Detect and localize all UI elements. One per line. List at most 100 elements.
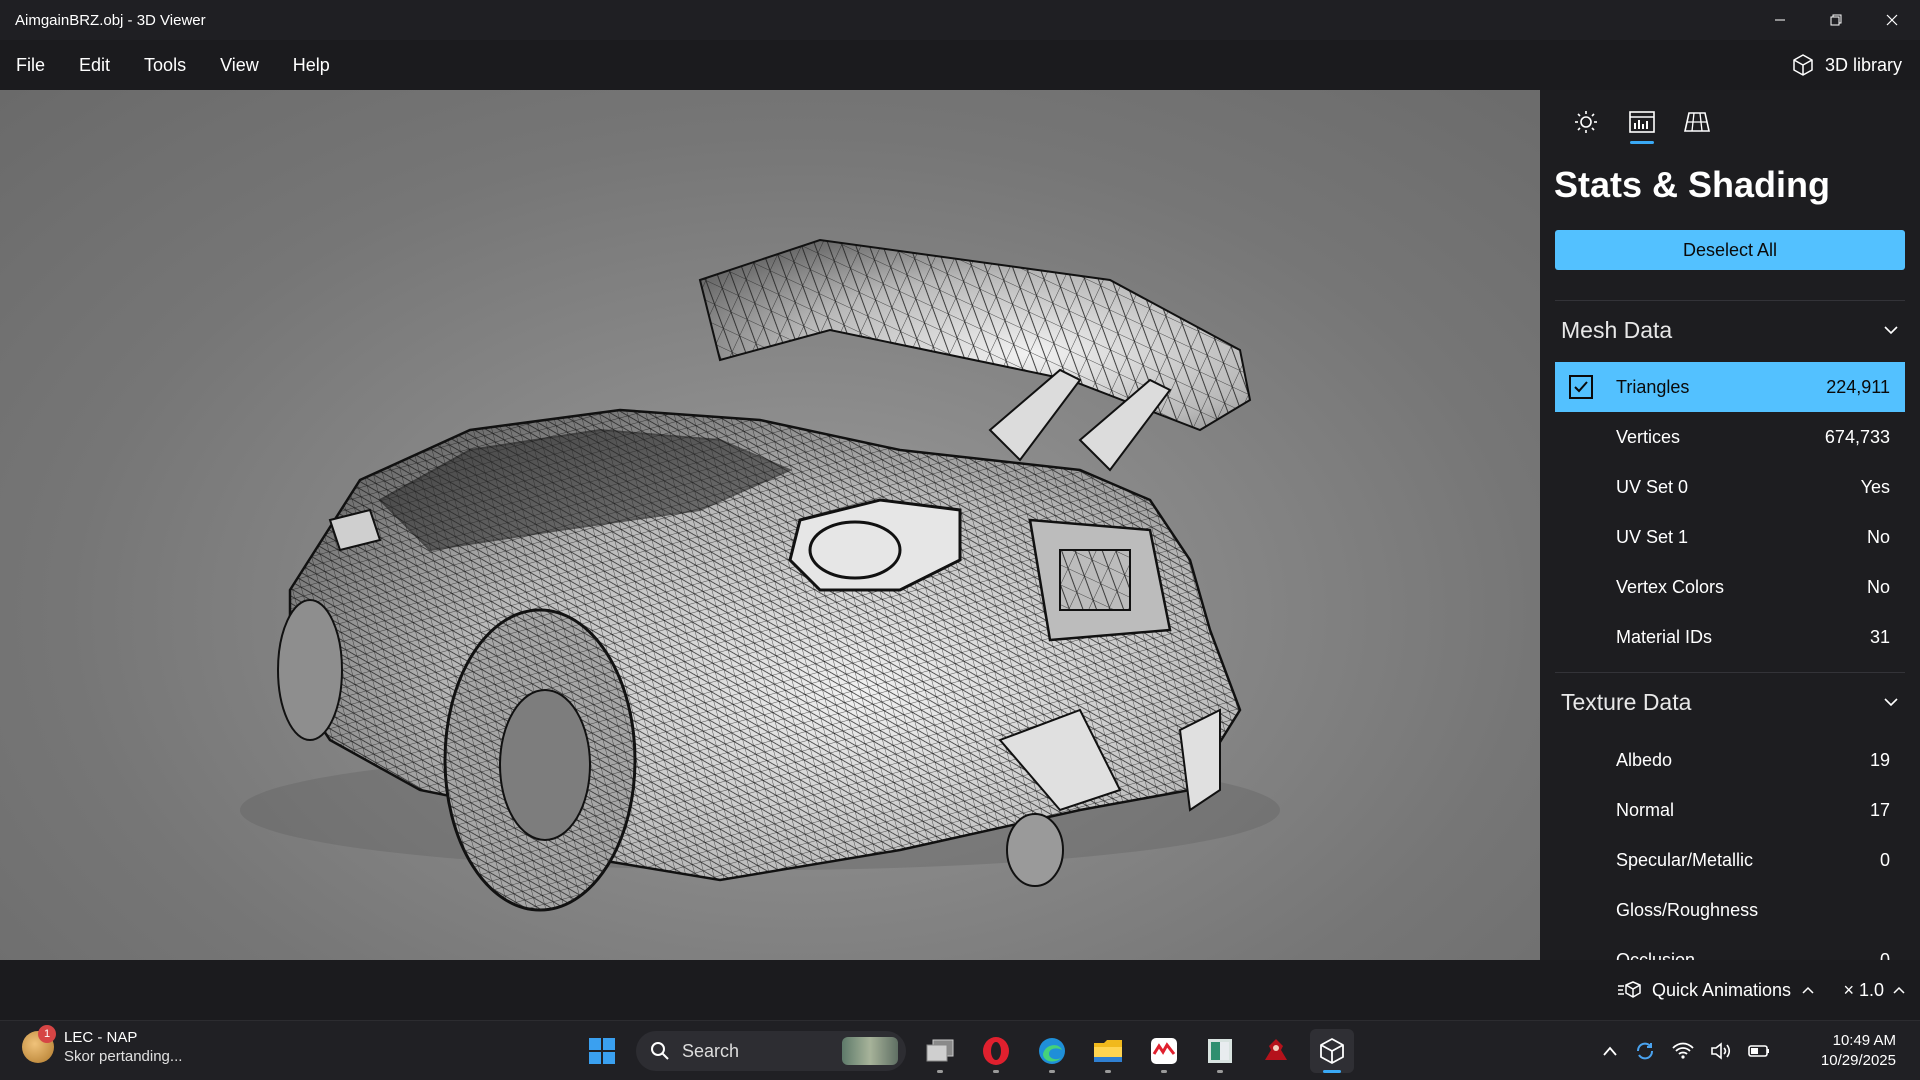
news-widget[interactable]: 1 LEC - NAP Skor pertanding... bbox=[22, 1025, 183, 1065]
texture-row-occlusion[interactable]: Occlusion 0 bbox=[1555, 935, 1905, 961]
taskbar-search[interactable]: Search bbox=[636, 1031, 906, 1071]
restore-icon[interactable] bbox=[1808, 0, 1864, 40]
grid-icon bbox=[1684, 112, 1710, 132]
chevron-down-icon bbox=[1884, 698, 1898, 707]
animation-bar: Quick Animations × 1.0 bbox=[0, 960, 1920, 1020]
menu-edit[interactable]: Edit bbox=[62, 40, 127, 90]
edge-icon[interactable] bbox=[1030, 1029, 1074, 1073]
texture-row-gloss-roughness[interactable]: Gloss/Roughness bbox=[1555, 885, 1905, 935]
red-app-icon[interactable] bbox=[1142, 1029, 1186, 1073]
minimize-icon[interactable] bbox=[1752, 0, 1808, 40]
chevron-up-icon bbox=[1893, 986, 1905, 994]
divider bbox=[1555, 672, 1905, 673]
close-icon[interactable] bbox=[1864, 0, 1920, 40]
cube-icon bbox=[1793, 54, 1813, 76]
mesh-row-vertices[interactable]: Vertices 674,733 bbox=[1555, 412, 1905, 462]
chevron-down-icon bbox=[1884, 326, 1898, 335]
row-value: 19 bbox=[1869, 749, 1890, 770]
menu-file[interactable]: File bbox=[0, 40, 62, 90]
window-controls bbox=[1752, 0, 1920, 40]
row-label: UV Set 1 bbox=[1616, 526, 1689, 547]
texture-row-normal[interactable]: Normal 17 bbox=[1555, 785, 1905, 835]
stats-panel: Stats & Shading Deselect All Mesh Data T… bbox=[1540, 90, 1920, 960]
menu-tools[interactable]: Tools bbox=[127, 40, 203, 90]
file-explorer-icon[interactable] bbox=[1086, 1029, 1130, 1073]
texture-row-specular-metallic[interactable]: Specular/Metallic 0 bbox=[1555, 835, 1905, 885]
row-value: 0 bbox=[1879, 949, 1890, 961]
opera-icon[interactable] bbox=[974, 1029, 1018, 1073]
row-value: No bbox=[1866, 576, 1890, 597]
clock-date: 10/29/2025 bbox=[1820, 1052, 1896, 1069]
chevron-up-icon bbox=[1802, 986, 1814, 994]
row-label: Vertices bbox=[1616, 426, 1681, 447]
panel-tabs bbox=[1540, 90, 1920, 150]
3d-viewport[interactable] bbox=[0, 90, 1540, 960]
row-value: 17 bbox=[1869, 799, 1890, 820]
taskbar-clock[interactable]: 10:49 AM 10/29/2025 bbox=[1821, 1031, 1896, 1071]
green-app-icon[interactable] bbox=[1198, 1029, 1242, 1073]
row-value: No bbox=[1866, 526, 1890, 547]
news-title: LEC - NAP bbox=[64, 1029, 138, 1046]
row-label: Triangles bbox=[1616, 376, 1690, 397]
mesh-row-triangles[interactable]: Triangles 224,911 bbox=[1555, 362, 1905, 412]
texture-row-albedo[interactable]: Albedo 19 bbox=[1555, 735, 1905, 785]
menu-view[interactable]: View bbox=[203, 40, 276, 90]
row-label: Normal bbox=[1616, 799, 1675, 820]
search-icon bbox=[651, 1042, 669, 1060]
window-title: AimgainBRZ.obj - 3D Viewer bbox=[15, 11, 206, 29]
row-label: UV Set 0 bbox=[1616, 476, 1689, 497]
row-label: Occlusion bbox=[1616, 949, 1696, 961]
game-app-icon[interactable] bbox=[1254, 1029, 1298, 1073]
sun-icon bbox=[1575, 111, 1597, 133]
news-icon: 1 bbox=[22, 1025, 56, 1063]
texture-data-header[interactable]: Texture Data bbox=[1555, 677, 1905, 727]
notification-badge: 1 bbox=[38, 1025, 56, 1043]
row-label: Gloss/Roughness bbox=[1616, 899, 1759, 920]
menu-bar: File Edit Tools View Help bbox=[0, 40, 1920, 90]
3d-library-button[interactable]: 3D library bbox=[1791, 40, 1902, 90]
quick-animations-label: Quick Animations bbox=[1651, 979, 1791, 1000]
mesh-row-vertex-colors[interactable]: Vertex Colors No bbox=[1555, 562, 1905, 612]
stats-tab[interactable] bbox=[1622, 104, 1662, 144]
animation-cube-icon bbox=[1617, 981, 1641, 998]
news-subtitle: Skor pertanding... bbox=[64, 1048, 183, 1065]
stats-icon bbox=[1629, 111, 1655, 133]
wifi-icon[interactable] bbox=[1672, 1042, 1694, 1060]
search-label: Search bbox=[682, 1040, 740, 1061]
mesh-data-header[interactable]: Mesh Data bbox=[1555, 305, 1905, 355]
taskbar-apps: Search bbox=[580, 1029, 1354, 1073]
mesh-row-uv-set-0[interactable]: UV Set 0 Yes bbox=[1555, 462, 1905, 512]
row-value: 224,911 bbox=[1826, 376, 1890, 397]
3d-viewer-taskbar-icon[interactable] bbox=[1310, 1029, 1354, 1073]
deselect-all-button[interactable]: Deselect All bbox=[1555, 230, 1905, 270]
row-label: Albedo bbox=[1616, 749, 1673, 770]
mesh-data-title: Mesh Data bbox=[1561, 316, 1673, 343]
row-value: Yes bbox=[1860, 476, 1890, 497]
menu-help[interactable]: Help bbox=[276, 40, 347, 90]
playback-speed-label: × 1.0 bbox=[1843, 979, 1884, 1000]
system-tray bbox=[1602, 1031, 1770, 1071]
lighting-tab[interactable] bbox=[1566, 104, 1606, 140]
battery-icon[interactable] bbox=[1748, 1044, 1770, 1058]
task-view-icon[interactable] bbox=[918, 1029, 962, 1073]
volume-icon[interactable] bbox=[1710, 1041, 1732, 1061]
mesh-row-material-ids[interactable]: Material IDs 31 bbox=[1555, 612, 1905, 662]
clock-time: 10:49 AM bbox=[1832, 1032, 1896, 1049]
mesh-row-uv-set-1[interactable]: UV Set 1 No bbox=[1555, 512, 1905, 562]
3d-library-label: 3D library bbox=[1824, 54, 1902, 75]
sync-icon[interactable] bbox=[1634, 1040, 1656, 1062]
row-value: 0 bbox=[1879, 849, 1890, 870]
panel-title: Stats & Shading bbox=[1554, 164, 1831, 205]
row-value: 31 bbox=[1869, 626, 1890, 647]
texture-data-title: Texture Data bbox=[1561, 688, 1692, 715]
checkbox-checked-icon[interactable] bbox=[1569, 375, 1593, 399]
title-bar: AimgainBRZ.obj - 3D Viewer bbox=[0, 0, 1920, 40]
windows-start-icon[interactable] bbox=[580, 1029, 624, 1073]
playback-speed-button[interactable]: × 1.0 bbox=[1843, 960, 1906, 1020]
row-label: Vertex Colors bbox=[1616, 576, 1725, 597]
car-wireframe-model bbox=[240, 238, 1280, 912]
row-label: Specular/Metallic bbox=[1616, 849, 1754, 870]
grid-tab[interactable] bbox=[1677, 104, 1717, 140]
quick-animations-button[interactable]: Quick Animations bbox=[1617, 960, 1815, 1020]
chevron-up-icon[interactable] bbox=[1602, 1045, 1618, 1057]
